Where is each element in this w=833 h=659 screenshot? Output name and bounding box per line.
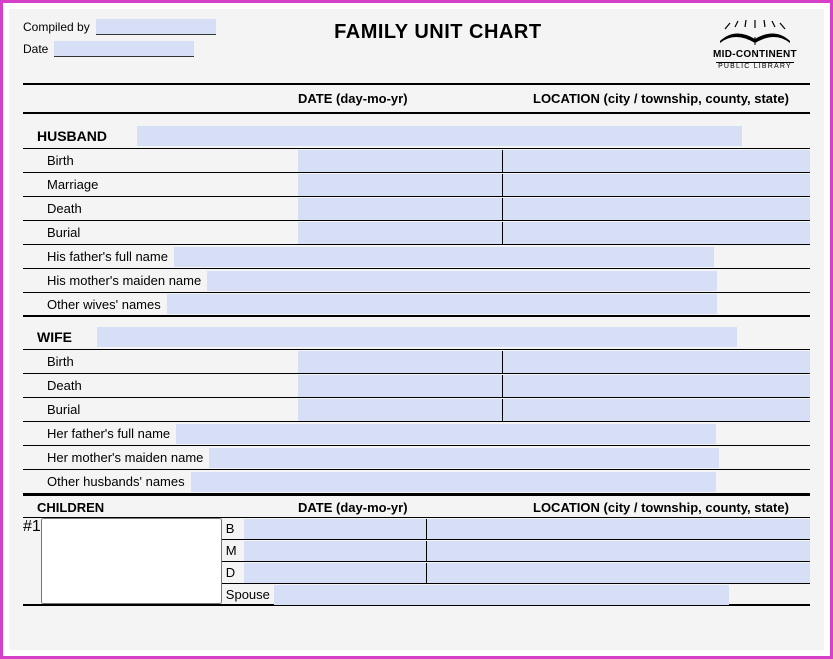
wife-birth-location[interactable] [503, 351, 810, 373]
husband-father-label: His father's full name [47, 249, 168, 264]
children-label: CHILDREN [37, 500, 298, 515]
date-label: Date [23, 42, 48, 56]
row-label: Marriage [23, 173, 298, 196]
child-1-marriage-date[interactable] [244, 541, 427, 561]
outer-frame: Compiled by Date FAMILY UNIT CHART MID-C… [0, 0, 833, 659]
row-label: Birth [23, 350, 298, 373]
wife-label: WIFE [37, 329, 97, 345]
child-1-death-row: D [222, 562, 810, 584]
wife-death-location[interactable] [503, 375, 810, 397]
wife-mother-input[interactable] [209, 448, 719, 468]
husband-mother-row: His mother's maiden name [23, 269, 810, 293]
husband-label: HUSBAND [37, 128, 137, 144]
husband-death-date[interactable] [298, 198, 503, 220]
wife-death-row: Death [23, 374, 810, 398]
column-headers: DATE (day-mo-yr) LOCATION (city / townsh… [23, 87, 810, 108]
husband-birth-location[interactable] [503, 150, 810, 172]
form-title: FAMILY UNIT CHART [216, 19, 700, 44]
org-subtitle: PUBLIC LIBRARY [716, 62, 794, 70]
child-1-birth-loc[interactable] [427, 519, 810, 539]
header-area: Compiled by Date FAMILY UNIT CHART MID-C… [23, 19, 810, 79]
husband-father-input[interactable] [174, 247, 714, 267]
husband-header: HUSBAND [23, 122, 810, 149]
death-code: D [222, 562, 244, 583]
wife-name-input[interactable] [97, 327, 737, 347]
husband-other-input[interactable] [167, 294, 717, 314]
child-1-name-input[interactable] [41, 518, 222, 604]
husband-name-input[interactable] [137, 126, 742, 146]
date-column-header: DATE (day-mo-yr) [298, 91, 503, 106]
child-1-marriage-row: M [222, 540, 810, 562]
children-loc-col: LOCATION (city / township, county, state… [503, 500, 810, 515]
marriage-code: M [222, 540, 244, 561]
row-label: Death [23, 374, 298, 397]
row-label: Death [23, 197, 298, 220]
compiled-by-input[interactable] [96, 19, 216, 35]
husband-mother-label: His mother's maiden name [47, 273, 201, 288]
child-1-birth-row: B [222, 518, 810, 540]
birth-code: B [222, 518, 244, 539]
wife-birth-date[interactable] [298, 351, 503, 373]
wife-other-input[interactable] [191, 472, 716, 492]
child-1-spouse-input[interactable] [274, 585, 729, 605]
meta-block: Compiled by Date [23, 19, 216, 63]
child-1-death-loc[interactable] [427, 563, 810, 583]
row-label: Burial [23, 221, 298, 244]
library-logo: MID-CONTINENT PUBLIC LIBRARY [700, 19, 810, 70]
child-1-birth-date[interactable] [244, 519, 427, 539]
location-column-header: LOCATION (city / township, county, state… [503, 91, 810, 106]
row-label: Birth [23, 149, 298, 172]
husband-burial-row: Burial [23, 221, 810, 245]
husband-birth-row: Birth [23, 149, 810, 173]
book-icon [700, 19, 810, 49]
wife-father-label: Her father's full name [47, 426, 170, 441]
husband-marriage-location[interactable] [503, 174, 810, 196]
row-label: Burial [23, 398, 298, 421]
husband-birth-date[interactable] [298, 150, 503, 172]
divider [23, 112, 810, 114]
wife-mother-row: Her mother's maiden name [23, 446, 810, 470]
child-1-spouse-row: Spouse [222, 584, 810, 606]
child-1-number: #1 [23, 518, 41, 604]
husband-burial-location[interactable] [503, 222, 810, 244]
husband-marriage-date[interactable] [298, 174, 503, 196]
child-1-death-date[interactable] [244, 563, 427, 583]
husband-marriage-row: Marriage [23, 173, 810, 197]
husband-death-row: Death [23, 197, 810, 221]
spouse-code: Spouse [222, 584, 274, 604]
husband-mother-input[interactable] [207, 271, 717, 291]
husband-other-label: Other wives' names [47, 297, 161, 312]
org-name: MID-CONTINENT [700, 49, 810, 60]
wife-father-input[interactable] [176, 424, 716, 444]
husband-burial-date[interactable] [298, 222, 503, 244]
wife-burial-row: Burial [23, 398, 810, 422]
divider [23, 83, 810, 85]
wife-father-row: Her father's full name [23, 422, 810, 446]
form-sheet: Compiled by Date FAMILY UNIT CHART MID-C… [9, 9, 824, 650]
wife-birth-row: Birth [23, 350, 810, 374]
compiled-by-label: Compiled by [23, 20, 90, 34]
compiled-by-row: Compiled by [23, 19, 216, 35]
wife-header: WIFE [23, 323, 810, 350]
husband-father-row: His father's full name [23, 245, 810, 269]
wife-burial-location[interactable] [503, 399, 810, 421]
husband-other-row: Other wives' names [23, 293, 810, 317]
wife-death-date[interactable] [298, 375, 503, 397]
child-1-block: #1 B M D Spouse [23, 518, 810, 606]
date-row: Date [23, 41, 216, 57]
wife-mother-label: Her mother's maiden name [47, 450, 203, 465]
husband-death-location[interactable] [503, 198, 810, 220]
wife-burial-date[interactable] [298, 399, 503, 421]
child-1-marriage-loc[interactable] [427, 541, 810, 561]
date-input[interactable] [54, 41, 194, 57]
wife-other-label: Other husbands' names [47, 474, 185, 489]
children-header: CHILDREN DATE (day-mo-yr) LOCATION (city… [23, 494, 810, 518]
children-date-col: DATE (day-mo-yr) [298, 500, 503, 515]
wife-other-row: Other husbands' names [23, 470, 810, 494]
